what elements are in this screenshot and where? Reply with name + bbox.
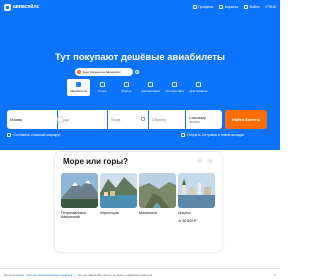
destination-city[interactable]: Петропавловск-Камчатский [61,211,99,219]
tab-label: Для бизнеса [189,88,208,93]
search-form: Москва Куда Когда Обратно 1 пассажир экон… [7,110,223,129]
page-title: Тут покупают дешёвые авиабилеты [54,52,226,63]
depart-date-field[interactable]: Когда [108,110,148,129]
nav-login-label: Войти [249,5,260,9]
tab-label: Аэроэкспресс [140,88,161,93]
login-icon [244,5,249,9]
tab-aeroexpress[interactable]: Аэроэкспресс [139,79,162,96]
destination-photo-makhachkala[interactable] [139,173,176,208]
nav-profile[interactable]: Профиль [192,5,214,9]
cabin-class: эконом [189,119,200,124]
promo-pill[interactable]: Ещё больше на Авиасейлс [75,68,133,76]
destination-photo-irkutsk[interactable] [178,173,215,208]
prev-arrow-icon[interactable]: ‹ [197,158,203,164]
logo-text: авиасейлс [13,4,40,10]
depart-placeholder: Когда [111,117,121,122]
cookie-link[interactable]: куки для персонализации сервисов [26,273,72,277]
swap-icon[interactable] [57,116,64,123]
nav-profile-label: Профиль [198,5,214,9]
service-tabs: Авиабилеты Отели Короче Аэроэкспресс Пут… [67,79,210,96]
briefcase-icon [196,82,201,88]
top-nav: Профиль Корзина Войти ₽ RUB [192,5,276,9]
origin-value: Москва [10,117,22,122]
coast-photo [100,173,137,208]
canyon-photo [139,173,176,208]
cookie-tail: — без них Авиасейлс просто не может норм… [74,272,153,277]
pin-icon [124,82,129,88]
return-date-field[interactable]: Обратно [148,110,185,129]
promo-dot-icon [77,70,81,74]
route-icon [7,133,11,137]
tab-label: Авиабилеты [69,88,88,93]
currency-selector[interactable]: ₽ RUB [265,5,276,9]
nav-login[interactable]: Войти [244,5,259,9]
return-placeholder: Обратно [151,117,167,122]
tab-flights[interactable]: Авиабилеты [67,79,90,96]
top-bar: авиасейлс Профиль Корзина Войти ₽ RUB [0,0,280,14]
destination-city[interactable]: Махачкала [139,211,157,215]
tab-business[interactable]: Для бизнеса [187,79,210,96]
logo[interactable]: авиасейлс [4,3,40,11]
passengers-field[interactable]: 1 пассажир эконом [186,110,223,129]
close-icon[interactable]: × [274,272,276,277]
plane-icon [76,82,81,88]
volcano-photo [61,173,98,208]
open-booking-checkbox[interactable]: Открыть Островок в новой вкладке [181,133,244,137]
profile-icon [192,5,197,9]
destination-photo-montenegro[interactable] [100,173,137,208]
cookie-bar: Мы используем куки для персонализации се… [0,268,280,280]
destination-city[interactable]: Иркутск [178,211,191,215]
next-arrow-icon[interactable]: › [207,158,213,164]
destination-city[interactable]: Черногория [100,211,119,215]
tab-label: Короче [121,88,132,93]
cookie-text: Мы используем [4,272,25,277]
nav-cart[interactable]: Корзина [219,5,238,9]
promo-pill-label: Ещё больше на Авиасейлс [83,70,121,74]
checkbox-icon [181,133,185,137]
city-photo [178,173,215,208]
cart-icon [219,5,224,9]
destination-photo-kamchatka[interactable] [61,173,98,208]
calendar-icon [140,117,145,121]
destination-price: от 80 800 ₽ [178,219,197,223]
globe-icon [172,82,177,88]
card-title: Море или горы? [63,157,128,166]
train-icon [148,82,153,88]
open-booking-label: Открыть Островок в новой вкладке [187,133,245,137]
nav-cart-label: Корзина [224,5,239,9]
logo-icon [4,3,11,11]
destination-field[interactable]: Куда [58,110,108,129]
origin-field[interactable]: Москва [7,110,64,129]
close-icon[interactable]: × [135,70,139,74]
tab-label: Отели [98,88,107,93]
hotel-icon [100,82,105,88]
compose-route-label: Составить сложный маршрут [13,133,61,137]
search-button[interactable]: Найти билеты [225,110,267,129]
tab-short[interactable]: Короче [115,79,138,96]
tab-label: Путешествия [165,88,184,93]
tab-travel[interactable]: Путешествия [163,79,186,96]
tab-hotels[interactable]: Отели [91,79,114,96]
compose-route-link[interactable]: Составить сложный маршрут [7,133,61,137]
